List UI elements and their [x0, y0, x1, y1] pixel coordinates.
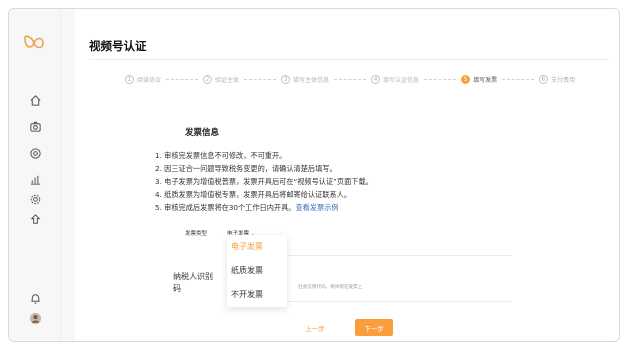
invoice-type-dropdown: 电子发票 纸质发票 不开发票 — [227, 235, 287, 307]
step-payment: 6 支付费用 — [539, 75, 575, 84]
step-verify-entity: 2 验证主体 — [203, 75, 239, 84]
step-label: 阅读协议 — [137, 77, 162, 84]
step-number: 6 — [539, 75, 549, 84]
step-separator — [424, 79, 457, 80]
step-label: 填写认证信息 — [383, 77, 420, 84]
note-item: 3. 电子发票为增值税普票，发票开具后可在“视频号认证”页面下载。 — [155, 177, 373, 186]
app-window: 视频号认证 1 阅读协议 2 验证主体 3 填写主体信息 4 填写认证信息 5 … — [8, 8, 620, 342]
note-item: 1. 审核完发票信息不可修改，不可重开。 — [155, 151, 287, 160]
invoice-type-label: 发票类型 — [185, 231, 208, 237]
next-button[interactable]: 下一步 — [355, 319, 393, 336]
step-entity-info: 3 填写主体信息 — [281, 75, 329, 84]
dropdown-option-none[interactable]: 不开发票 — [227, 283, 287, 307]
sidebar — [9, 9, 61, 341]
step-separator — [502, 79, 535, 80]
note-item: 2. 因三证合一问题导致税务变更的，请确认清楚后填写。 — [155, 164, 337, 173]
puzzle-icon[interactable] — [28, 212, 42, 226]
step-label: 支付费用 — [551, 77, 576, 84]
channels-logo[interactable] — [23, 35, 45, 51]
camera-icon[interactable] — [28, 119, 42, 133]
step-separator — [166, 79, 199, 80]
gear-icon[interactable] — [28, 192, 42, 206]
dropdown-option-paper[interactable]: 纸质发票 — [227, 259, 287, 283]
avatar[interactable] — [28, 311, 42, 325]
home-icon[interactable] — [28, 93, 42, 107]
step-label: 填写发票 — [473, 77, 498, 84]
step-separator — [244, 79, 277, 80]
invoice-example-link[interactable]: 查看发票示例 — [295, 203, 338, 212]
tax-id-underline — [287, 301, 512, 302]
target-icon[interactable] — [28, 146, 42, 160]
step-number: 5 — [461, 75, 471, 84]
invoice-section-title: 发票信息 — [185, 128, 220, 138]
step-progress: 1 阅读协议 2 验证主体 3 填写主体信息 4 填写认证信息 5 填写发票 6… — [125, 75, 575, 84]
dropdown-option-electronic[interactable]: 电子发票 — [227, 235, 287, 259]
bell-icon[interactable] — [28, 291, 42, 305]
prev-button[interactable]: 上一步 — [297, 319, 333, 336]
tax-id-label: 纳税人识别码 — [173, 272, 213, 293]
chart-icon[interactable] — [28, 172, 42, 186]
note-text: 5. 审核完成后发票将在30个工作日内开具。 — [155, 203, 296, 212]
title-divider — [89, 59, 609, 60]
step-number: 1 — [125, 75, 134, 84]
step-number: 4 — [371, 75, 381, 84]
step-number: 2 — [203, 75, 213, 84]
note-item: 5. 审核完成后发票将在30个工作日内开具。查看发票示例 — [155, 201, 373, 214]
step-number: 3 — [281, 75, 291, 84]
step-read-agreement: 1 阅读协议 — [125, 75, 161, 84]
step-certification-info: 4 填写认证信息 — [371, 75, 419, 84]
step-invoice: 5 填写发票 — [461, 75, 497, 84]
page-title: 视频号认证 — [89, 39, 147, 53]
tax-id-hint: 社会信用代码，将体现在发票上 — [298, 285, 363, 290]
step-label: 填写主体信息 — [293, 77, 330, 84]
note-item: 4. 纸质发票为增值税专票，发票开具后将邮寄给认证联系人。 — [155, 190, 352, 199]
invoice-type-underline — [287, 255, 512, 256]
main-panel: 视频号认证 1 阅读协议 2 验证主体 3 填写主体信息 4 填写认证信息 5 … — [75, 9, 619, 341]
invoice-notes: 1. 审核完发票信息不可修改，不可重开。 2. 因三证合一问题导致税务变更的，请… — [155, 149, 373, 214]
step-label: 验证主体 — [215, 77, 240, 84]
step-separator — [334, 79, 367, 80]
